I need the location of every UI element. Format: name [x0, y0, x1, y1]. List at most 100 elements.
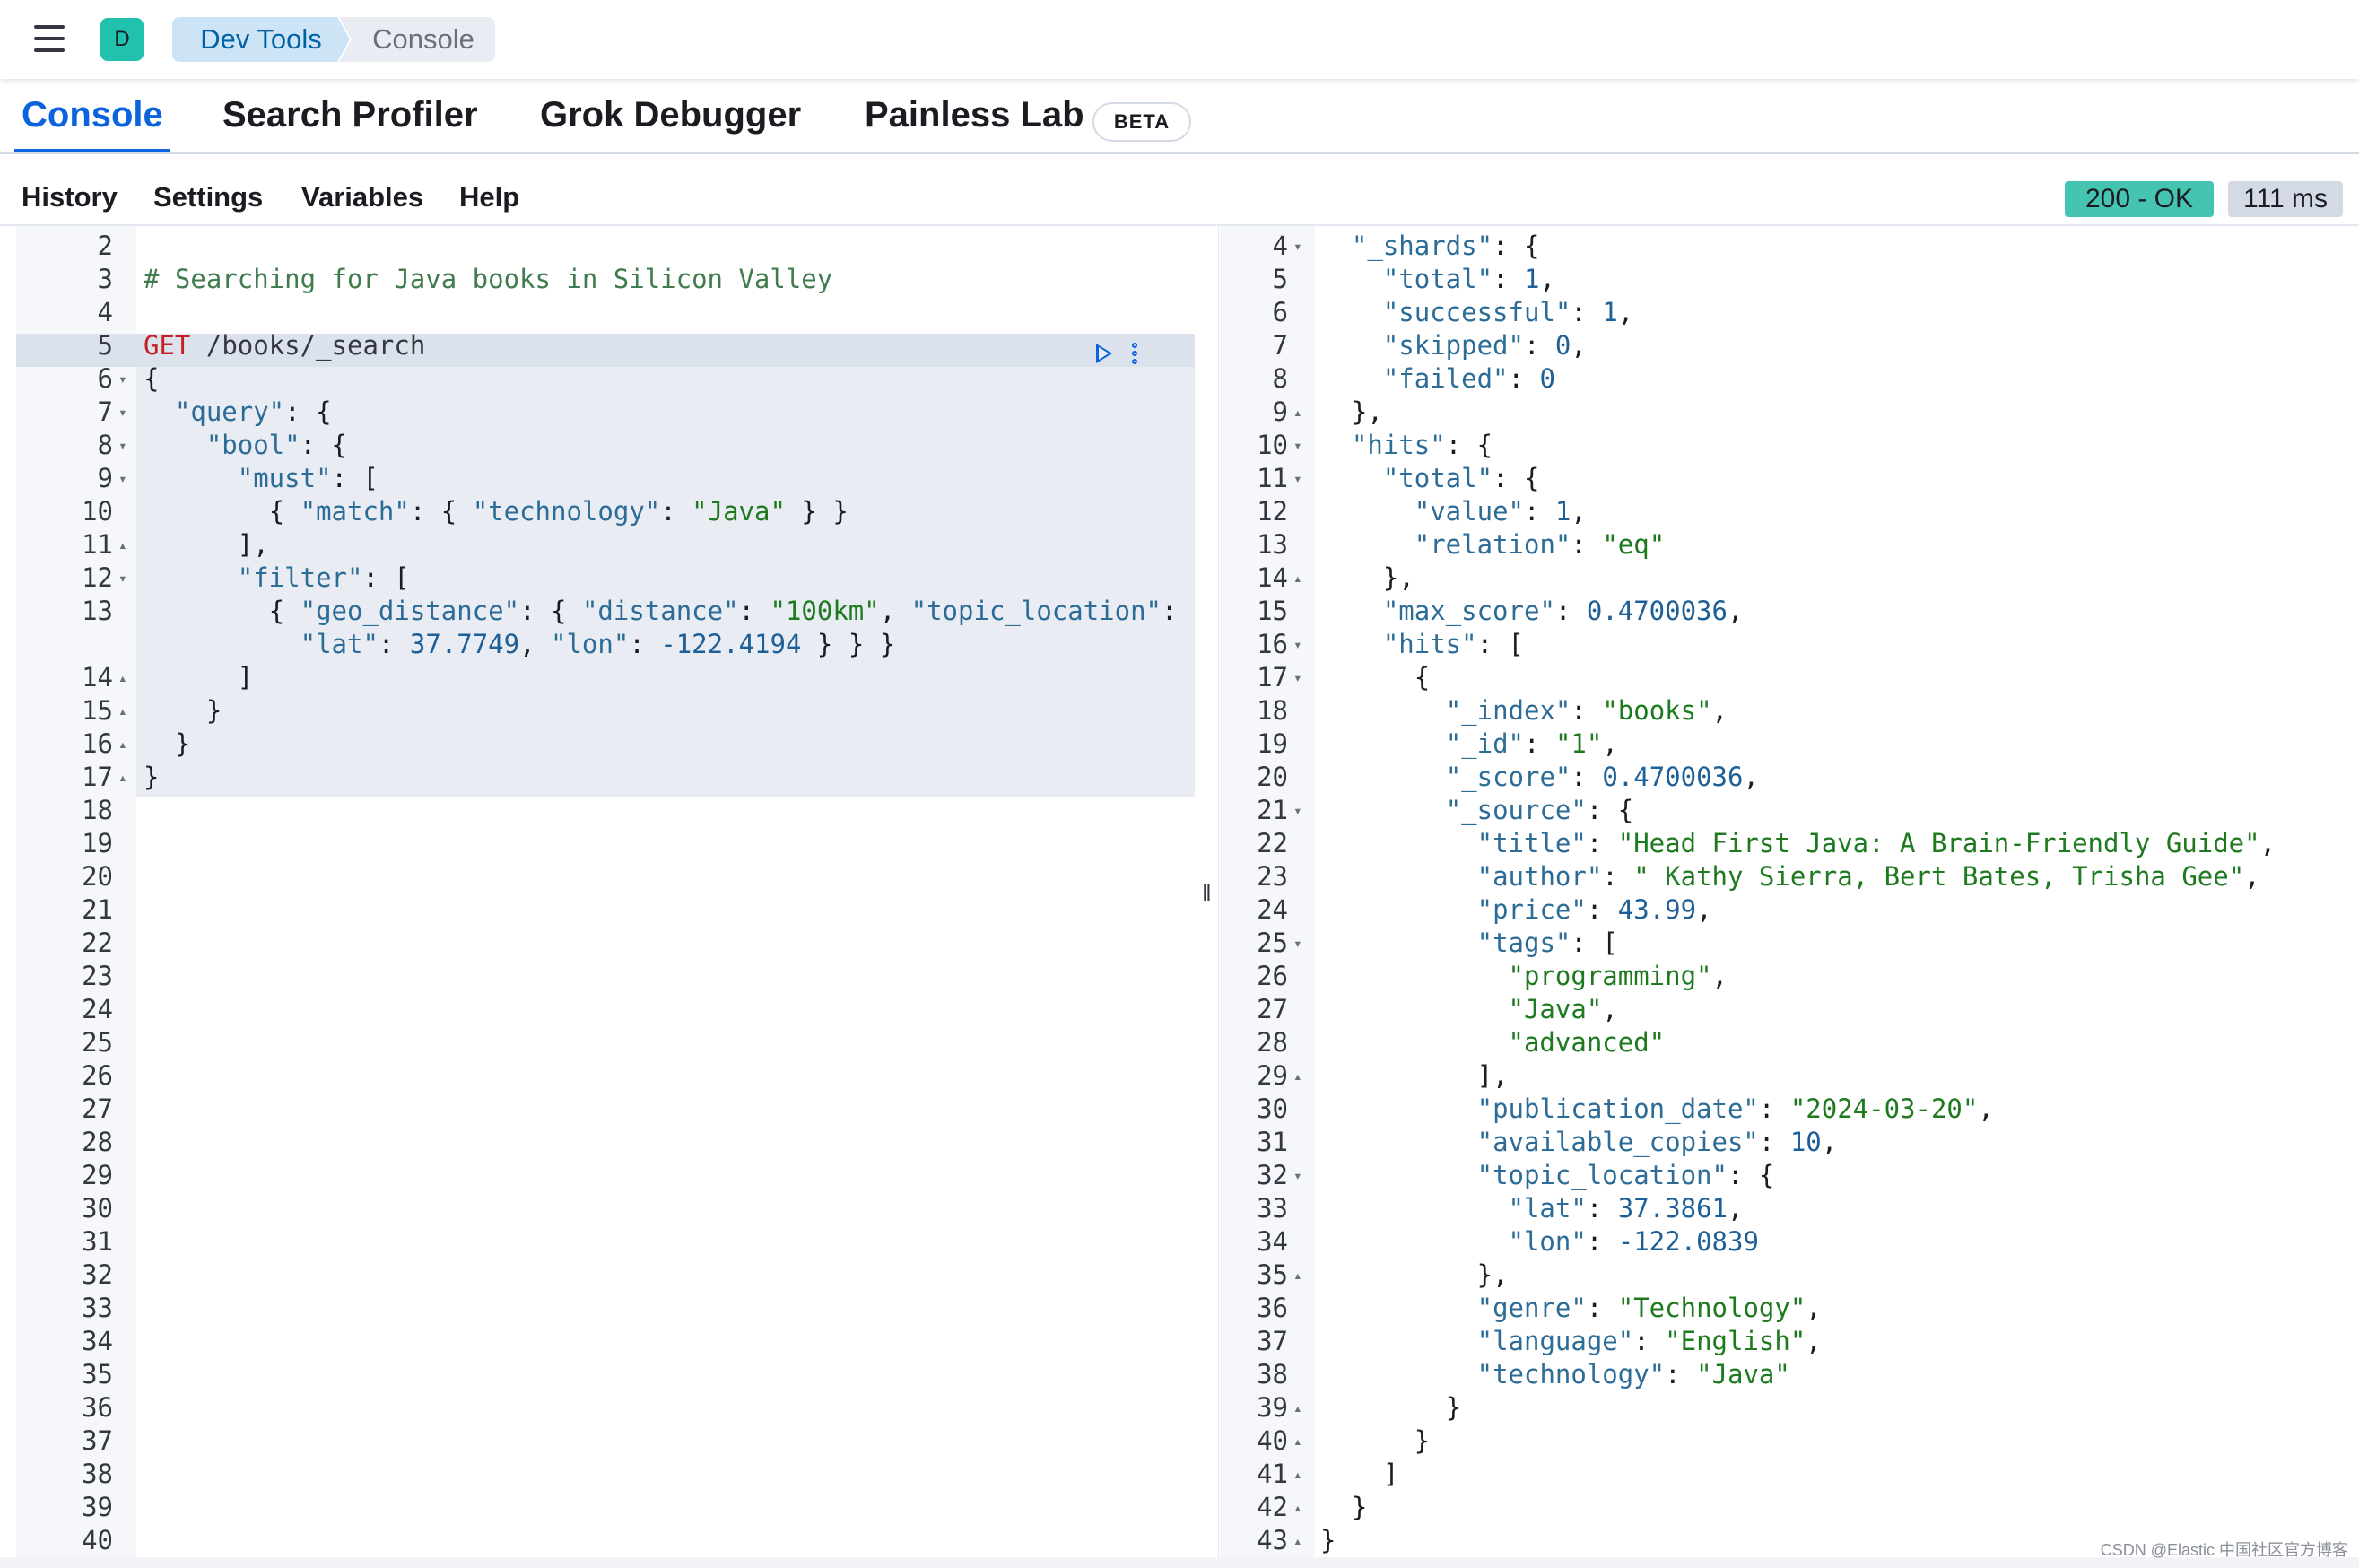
- fold-close-icon[interactable]: ▴: [1293, 1259, 1302, 1292]
- watermark: CSDN @Elastic 中国社区官方博客: [2100, 1541, 2348, 1559]
- fold-close-icon[interactable]: ▴: [1293, 1391, 1302, 1424]
- request-editor[interactable]: 2 3 # Searching for Java books in Silicon …: [16, 226, 1195, 1557]
- tab-console[interactable]: Console: [14, 95, 170, 152]
- code-text: "advanced": [1508, 1027, 1666, 1058]
- history-button[interactable]: History: [22, 181, 118, 213]
- line-number: 26: [82, 1060, 113, 1091]
- line-number: 40: [1257, 1425, 1288, 1456]
- line-number: 28: [1257, 1027, 1288, 1058]
- fold-close-icon[interactable]: ▴: [1293, 396, 1302, 429]
- help-button[interactable]: Help: [459, 181, 519, 213]
- code-text: "must": [: [237, 463, 379, 493]
- tab-search-profiler[interactable]: Search Profiler: [222, 95, 478, 151]
- tab-grok-debugger[interactable]: Grok Debugger: [540, 95, 801, 151]
- fold-close-icon[interactable]: ▴: [118, 694, 127, 727]
- line-number: 32: [82, 1259, 113, 1290]
- beta-badge: BETA: [1092, 102, 1191, 142]
- line-number: 36: [1257, 1293, 1288, 1323]
- code-text: "_id": "1",: [1445, 728, 1618, 759]
- send-request-icon[interactable]: [1096, 344, 1112, 363]
- variables-button[interactable]: Variables: [301, 181, 423, 213]
- tab-painless-lab[interactable]: Painless Lab: [865, 95, 1084, 151]
- line-number: 29: [1257, 1060, 1288, 1091]
- status-badge: 200 - OK: [2065, 181, 2214, 217]
- line-number: 13: [1257, 529, 1288, 560]
- line-number: 39: [1257, 1392, 1288, 1423]
- fold-close-icon[interactable]: ▴: [118, 528, 127, 562]
- line-number: 10: [82, 496, 113, 527]
- code-text: "author": " Kathy Sierra, Bert Bates, Tr…: [1476, 861, 2260, 892]
- fold-open-icon[interactable]: ▾: [1293, 794, 1302, 827]
- code-text: "programming",: [1508, 961, 1728, 991]
- fold-close-icon[interactable]: ▴: [1293, 1491, 1302, 1524]
- fold-close-icon[interactable]: ▴: [1293, 1059, 1302, 1093]
- fold-open-icon[interactable]: ▾: [1293, 429, 1302, 462]
- line-number: 37: [1257, 1326, 1288, 1356]
- line-number: 5: [1272, 264, 1288, 294]
- line-number: 14: [1257, 562, 1288, 593]
- line-number: 30: [82, 1193, 113, 1224]
- line-number: 6: [97, 363, 113, 394]
- line-number: 21: [1257, 795, 1288, 825]
- line-number: 8: [1272, 363, 1288, 394]
- code-text: "price": 43.99,: [1476, 894, 1712, 925]
- response-editor[interactable]: 4 ▾ "_shards": {5 "total": 1, 6 "successfu…: [1220, 226, 2359, 1557]
- code-text: { "geo_distance": { "distance": "100km",…: [268, 596, 1195, 626]
- fold-open-icon[interactable]: ▾: [1293, 628, 1302, 661]
- bottom-scrollbar[interactable]: [0, 1557, 2359, 1568]
- line-number: 38: [82, 1459, 113, 1489]
- fold-close-icon[interactable]: ▴: [1293, 562, 1302, 595]
- menu-icon[interactable]: [34, 25, 65, 52]
- line-number: 25: [82, 1027, 113, 1058]
- request-actions: [1096, 335, 1137, 371]
- line-number: 7: [97, 396, 113, 427]
- line-number: 30: [1257, 1093, 1288, 1124]
- code-text: "Java",: [1508, 994, 1618, 1024]
- line-number: 19: [82, 828, 113, 858]
- line-number: 22: [82, 928, 113, 958]
- line-number: 28: [82, 1127, 113, 1157]
- code-text: }: [1320, 1525, 1336, 1555]
- code-text: ]: [1382, 1459, 1399, 1489]
- code-text: }: [1414, 1425, 1431, 1456]
- line-number: 5: [97, 330, 113, 361]
- fold-open-icon[interactable]: ▾: [118, 396, 127, 429]
- fold-close-icon[interactable]: ▴: [118, 761, 127, 794]
- pane-divider: [1218, 226, 1219, 1557]
- code-text: "language": "English",: [1476, 1326, 1822, 1356]
- settings-button[interactable]: Settings: [153, 181, 263, 213]
- fold-open-icon[interactable]: ▾: [1293, 230, 1302, 263]
- code-text: "lon": -122.0839: [1508, 1226, 1759, 1257]
- space-avatar[interactable]: D: [100, 18, 144, 61]
- fold-open-icon[interactable]: ▾: [1293, 927, 1302, 960]
- code-text: {: [144, 363, 160, 394]
- pane-resize-handle[interactable]: ‖: [1202, 879, 1212, 907]
- fold-open-icon[interactable]: ▾: [1293, 661, 1302, 694]
- fold-close-icon[interactable]: ▴: [1293, 1424, 1302, 1458]
- line-number: 9: [97, 463, 113, 493]
- breadcrumb-console: Console: [339, 17, 495, 62]
- code-text: "lat": 37.3861,: [1508, 1193, 1744, 1224]
- fold-open-icon[interactable]: ▾: [1293, 1159, 1302, 1192]
- console-toolbar: History Settings Variables Help: [0, 154, 2359, 226]
- fold-close-icon[interactable]: ▴: [118, 661, 127, 694]
- line-number: 23: [1257, 861, 1288, 892]
- line-number: 33: [82, 1293, 113, 1323]
- fold-open-icon[interactable]: ▾: [118, 562, 127, 595]
- fold-open-icon[interactable]: ▾: [118, 362, 127, 396]
- line-number: 12: [1257, 496, 1288, 527]
- fold-close-icon[interactable]: ▴: [1293, 1524, 1302, 1557]
- code-text: "_index": "books",: [1445, 695, 1728, 726]
- line-number: 39: [82, 1492, 113, 1522]
- fold-close-icon[interactable]: ▴: [1293, 1458, 1302, 1491]
- line-number: 4: [97, 297, 113, 327]
- fold-open-icon[interactable]: ▾: [1293, 462, 1302, 495]
- line-number: 27: [1257, 994, 1288, 1024]
- request-options-icon[interactable]: [1132, 343, 1137, 364]
- line-number: 26: [1257, 961, 1288, 991]
- fold-open-icon[interactable]: ▾: [118, 462, 127, 495]
- fold-open-icon[interactable]: ▾: [118, 429, 127, 462]
- line-number: 25: [1257, 928, 1288, 958]
- fold-close-icon[interactable]: ▴: [118, 727, 127, 761]
- breadcrumb-dev-tools[interactable]: Dev Tools: [172, 17, 350, 62]
